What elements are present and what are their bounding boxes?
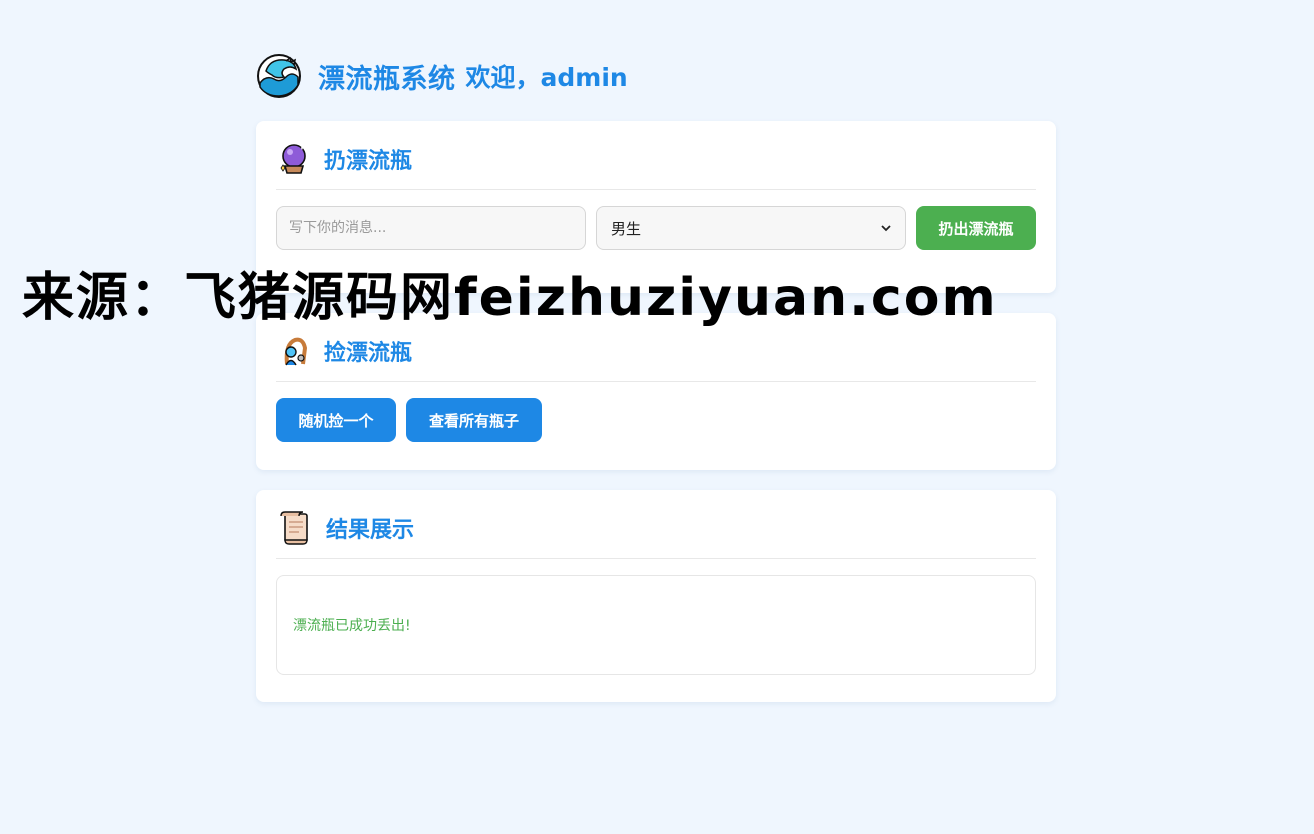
page-header: 漂流瓶系统 欢迎，admin <box>256 50 1056 102</box>
pick-bottle-card: 捡漂流瓶 随机捡一个 查看所有瓶子 <box>256 313 1056 470</box>
throw-card-header: 扔漂流瓶 <box>276 141 1036 190</box>
pick-card-title: 捡漂流瓶 <box>324 341 413 366</box>
result-card: 结果展示 漂流瓶已成功丢出! <box>256 490 1056 702</box>
message-input[interactable] <box>276 206 586 250</box>
scroll-icon <box>276 510 314 546</box>
random-pick-button[interactable]: 随机捡一个 <box>276 398 396 442</box>
welcome-text: 欢迎，admin <box>465 63 628 92</box>
page-title: 漂流瓶系统 <box>318 63 456 95</box>
pick-buttons-row: 随机捡一个 查看所有瓶子 <box>276 398 1036 442</box>
throw-card-title: 扔漂流瓶 <box>324 149 413 174</box>
result-card-title: 结果展示 <box>326 518 415 543</box>
result-message: 漂流瓶已成功丢出! <box>293 618 411 634</box>
fishing-person-icon <box>276 333 312 369</box>
throw-bottle-button[interactable]: 扔出漂流瓶 <box>916 206 1036 250</box>
pick-card-header: 捡漂流瓶 <box>276 333 1036 382</box>
gender-select-value: 男生 <box>611 219 642 238</box>
throw-bottle-card: 扔漂流瓶 男生 扔出漂流瓶 <box>256 121 1056 293</box>
result-card-header: 结果展示 <box>276 510 1036 559</box>
gender-select[interactable]: 男生 <box>596 206 906 250</box>
main-container: 漂流瓶系统 欢迎，admin 扔漂流瓶 男生 <box>256 50 1056 722</box>
result-display: 漂流瓶已成功丢出! <box>276 575 1036 675</box>
chevron-down-icon <box>881 225 891 232</box>
view-all-bottles-button[interactable]: 查看所有瓶子 <box>406 398 542 442</box>
wave-icon <box>257 54 301 98</box>
throw-form-row: 男生 扔出漂流瓶 <box>276 206 1036 250</box>
crystal-ball-icon <box>276 141 312 177</box>
